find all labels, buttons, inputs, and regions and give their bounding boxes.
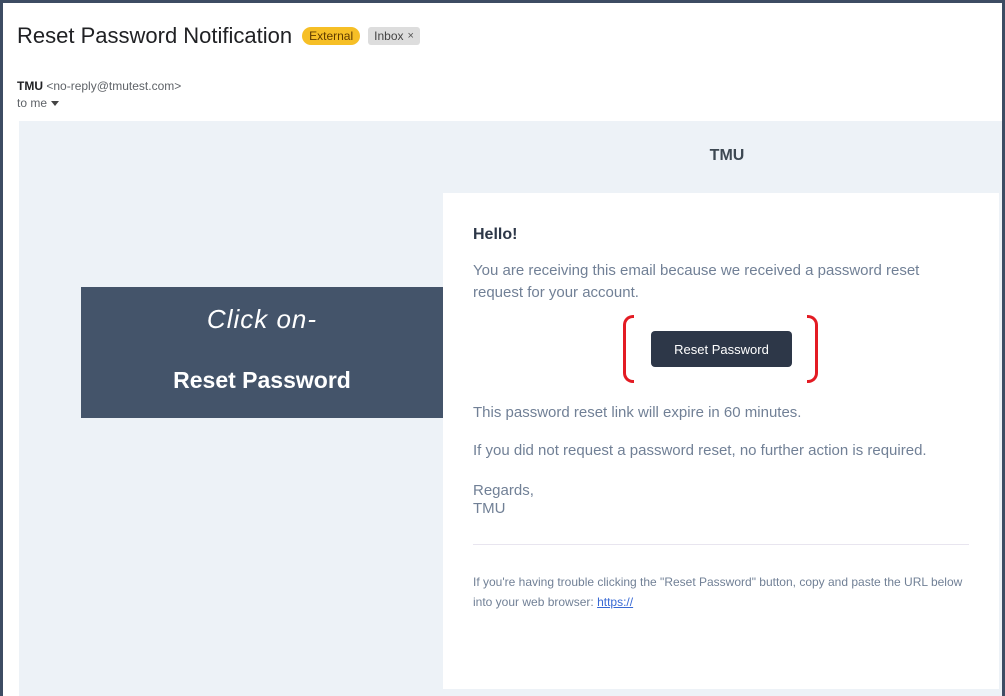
instruction-overlay: Click on- Reset Password	[81, 287, 443, 418]
footer-text: If you're having trouble clicking the "R…	[473, 572, 973, 612]
sender-address: <no-reply@tmutest.com>	[46, 79, 182, 93]
expiry-text: This password reset link will expire in …	[473, 404, 802, 421]
signature-text: TMU	[473, 500, 506, 517]
no-action-text: If you did not request a password reset,…	[473, 442, 927, 459]
recipient-label: to me	[17, 96, 48, 110]
overlay-instruction: Click on-	[206, 304, 318, 334]
external-badge: External	[302, 27, 361, 45]
remove-label-icon[interactable]: ×	[408, 29, 414, 43]
email-subject: Reset Password Notification	[17, 23, 293, 48]
divider	[473, 544, 969, 545]
overlay-target: Reset Password	[173, 367, 351, 393]
footer-link[interactable]: https://	[597, 595, 633, 609]
footer-message: If you're having trouble clicking the "R…	[473, 575, 963, 609]
reset-password-button[interactable]: Reset Password	[651, 331, 792, 367]
recipient-dropdown[interactable]: to me	[17, 96, 60, 110]
sender-name: TMU	[17, 79, 43, 93]
sender-line: TMU <no-reply@tmutest.com>	[17, 79, 181, 93]
intro-paragraph: You are receiving this email because we …	[473, 262, 920, 301]
email-brand-header: TMU	[709, 147, 745, 164]
subject-row: Reset Password Notification External Inb…	[17, 22, 420, 50]
inbox-label[interactable]: Inbox ×	[368, 27, 420, 45]
greeting: Hello!	[473, 226, 518, 243]
highlight-bracket-right	[807, 315, 818, 383]
highlight-bracket-left	[623, 315, 634, 383]
inbox-label-text: Inbox	[374, 29, 404, 43]
caret-down-icon	[51, 101, 60, 106]
